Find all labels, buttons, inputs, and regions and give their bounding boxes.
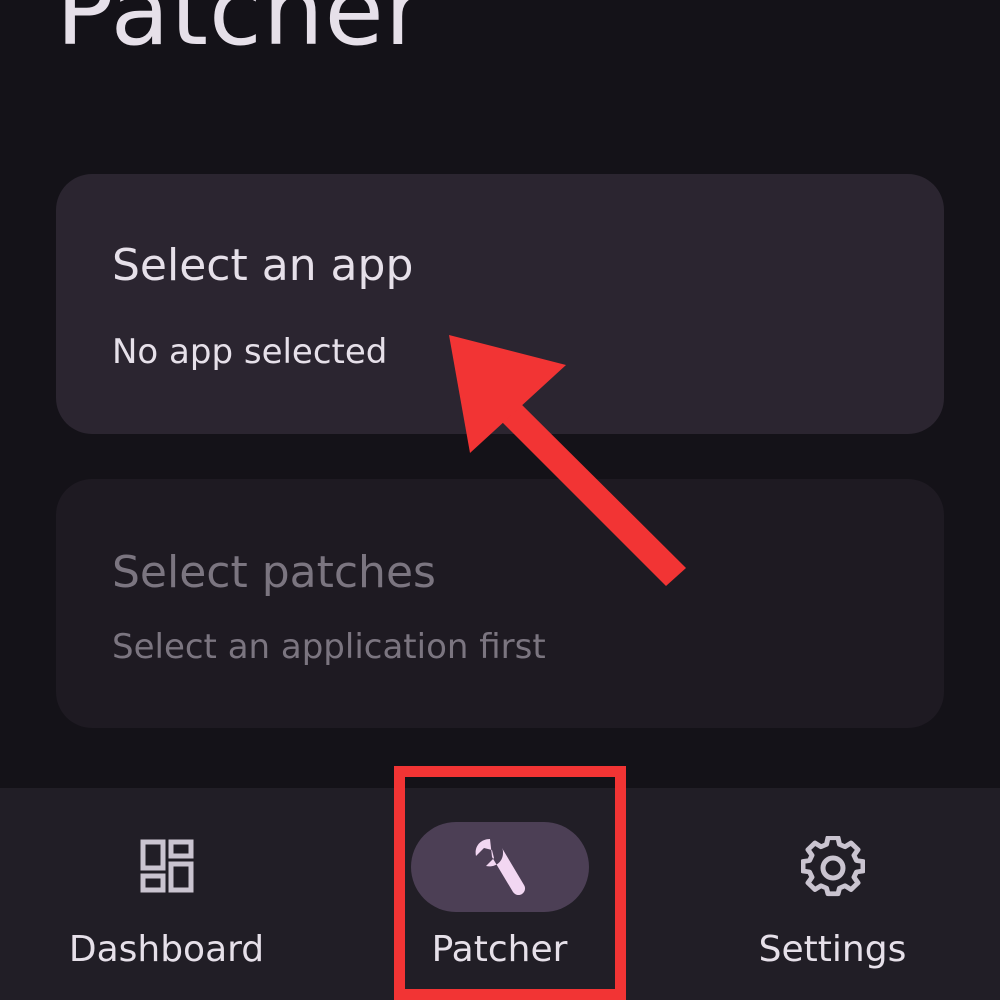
bottom-navigation-bar: Dashboard Patcher Settings <box>0 788 1000 1000</box>
nav-item-dashboard[interactable]: Dashboard <box>0 788 333 1000</box>
select-patches-subtitle: Select an application first <box>112 627 546 667</box>
patcher-screen: Patcher Select an app No app selected Se… <box>0 0 1000 1000</box>
nav-label-patcher: Patcher <box>431 929 568 970</box>
nav-item-settings[interactable]: Settings <box>666 788 999 1000</box>
select-patches-card: Select patches Select an application fir… <box>56 479 944 728</box>
nav-item-patcher[interactable]: Patcher <box>333 788 666 1000</box>
wrench-icon <box>475 839 526 896</box>
select-app-title: Select an app <box>112 240 414 291</box>
select-app-subtitle: No app selected <box>112 332 388 372</box>
select-app-card[interactable]: Select an app No app selected <box>56 174 944 434</box>
nav-active-indicator <box>411 822 589 912</box>
gear-icon <box>800 836 865 897</box>
nav-label-settings: Settings <box>758 929 907 970</box>
select-patches-title: Select patches <box>112 547 436 598</box>
dashboard-icon <box>140 839 193 893</box>
page-title: Patcher <box>56 0 426 67</box>
nav-label-dashboard: Dashboard <box>68 929 265 970</box>
